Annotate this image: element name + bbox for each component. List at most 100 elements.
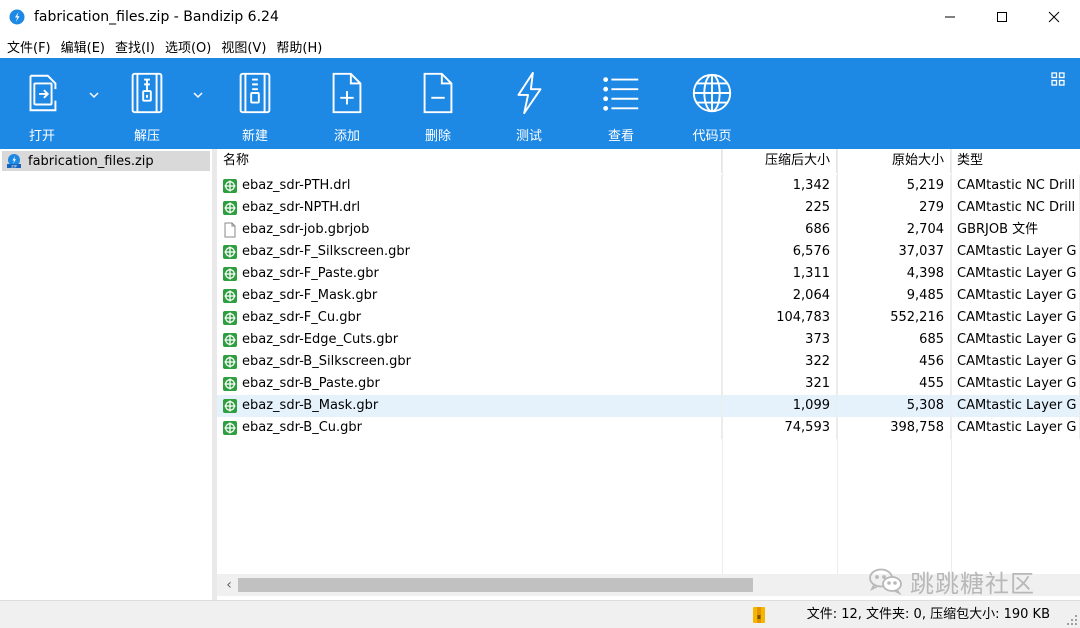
table-row[interactable]: ebaz_sdr-job.gbrjob 686 2,704 GBRJOB 文件: [217, 219, 1080, 241]
table-row[interactable]: ebaz_sdr-B_Paste.gbr 321 455 CAMtastic Laye…: [217, 373, 1080, 395]
resize-grip-icon[interactable]: [1066, 614, 1078, 626]
toolbar: 打开 解压 新建 添加 删除 测试 查看 代码页: [0, 58, 1080, 149]
table-row[interactable]: ebaz_sdr-F_Paste.gbr 1,311 4,398 CAMtastic …: [217, 263, 1080, 285]
add-label: 添加: [333, 129, 360, 144]
scroll-left-icon[interactable]: ‹: [221, 574, 237, 596]
delete-button[interactable]: 删除: [403, 70, 473, 144]
watermark-text: 跳跳糖社区: [910, 569, 1035, 598]
file-name-cell: ebaz_sdr-B_Cu.gbr: [217, 417, 722, 439]
layout-grid-icon[interactable]: [1050, 71, 1066, 87]
add-button[interactable]: 添加: [312, 70, 382, 144]
file-name: ebaz_sdr-F_Silkscreen.gbr: [242, 244, 410, 259]
type-cell: CAMtastic Layer G: [951, 307, 1080, 329]
file-name-cell: ebaz_sdr-B_Paste.gbr: [217, 373, 722, 395]
gerber-icon: [223, 399, 237, 413]
table-row[interactable]: ebaz_sdr-B_Cu.gbr 74,593 398,758 CAMtastic …: [217, 417, 1080, 439]
compressed-size-cell: 1,342: [722, 175, 837, 197]
extract-label: 解压: [133, 129, 160, 144]
bandizip-app-icon: [9, 9, 25, 25]
table-row[interactable]: ebaz_sdr-NPTH.drl 225 279 CAMtastic NC Dril…: [217, 197, 1080, 219]
codepage-label: 代码页: [692, 129, 732, 144]
codepage-button[interactable]: 代码页: [677, 70, 747, 144]
table-row[interactable]: ebaz_sdr-F_Cu.gbr 104,783 552,216 CAMtastic…: [217, 307, 1080, 329]
archive-tree: ZIP fabrication_files.zip: [0, 149, 212, 600]
menu-options[interactable]: 选项(O): [160, 37, 216, 56]
menu-help[interactable]: 帮助(H): [271, 37, 327, 56]
table-row[interactable]: ebaz_sdr-PTH.drl 1,342 5,219 CAMtastic NC D…: [217, 175, 1080, 197]
scroll-thumb[interactable]: [238, 578, 753, 592]
extract-icon: [131, 72, 163, 114]
gerber-icon: [223, 377, 237, 391]
type-cell: CAMtastic NC Drill: [951, 197, 1080, 219]
file-name-cell: ebaz_sdr-F_Paste.gbr: [217, 263, 722, 285]
test-label: 测试: [515, 129, 542, 144]
minimize-icon: [945, 16, 955, 18]
view-list-icon: [603, 77, 639, 111]
column-compressed-size[interactable]: 压缩后大小: [722, 149, 837, 173]
type-cell: CAMtastic Layer G: [951, 285, 1080, 307]
type-cell: CAMtastic NC Drill: [951, 175, 1080, 197]
file-name: ebaz_sdr-F_Paste.gbr: [242, 266, 379, 281]
gerber-icon: [223, 289, 237, 303]
original-size-cell: 279: [837, 197, 951, 219]
file-rows: ebaz_sdr-PTH.drl 1,342 5,219 CAMtastic NC D…: [217, 175, 1080, 439]
file-name: ebaz_sdr-NPTH.drl: [242, 200, 361, 215]
file-name-cell: ebaz_sdr-B_Mask.gbr: [217, 395, 722, 417]
original-size-cell: 5,219: [837, 175, 951, 197]
file-name: ebaz_sdr-B_Cu.gbr: [242, 420, 363, 435]
type-cell: CAMtastic Layer G: [951, 417, 1080, 439]
menu-edit[interactable]: 编辑(E): [56, 37, 110, 56]
table-row[interactable]: ebaz_sdr-F_Silkscreen.gbr 6,576 37,037 CAMt…: [217, 241, 1080, 263]
menu-file[interactable]: 文件(F): [2, 37, 56, 56]
file-name-cell: ebaz_sdr-PTH.drl: [217, 175, 722, 197]
status-text: 文件: 12, 文件夹: 0, 压缩包大小: 190 KB: [806, 607, 1050, 622]
original-size-cell: 37,037: [837, 241, 951, 263]
file-name: ebaz_sdr-job.gbrjob: [242, 222, 370, 237]
open-dropdown-icon[interactable]: [87, 88, 101, 102]
table-row[interactable]: ebaz_sdr-Edge_Cuts.gbr 373 685 CAMtastic La…: [217, 329, 1080, 351]
file-name: ebaz_sdr-F_Cu.gbr: [242, 310, 362, 325]
menu-find[interactable]: 查找(I): [110, 37, 160, 56]
file-name: ebaz_sdr-Edge_Cuts.gbr: [242, 332, 399, 347]
new-label: 新建: [241, 129, 268, 144]
compressed-size-cell: 322: [722, 351, 837, 373]
blank-file-icon: [224, 222, 236, 238]
test-lightning-icon: [517, 71, 542, 115]
original-size-cell: 685: [837, 329, 951, 351]
maximize-button[interactable]: [976, 0, 1028, 34]
test-button[interactable]: 测试: [494, 70, 564, 144]
open-button[interactable]: 打开: [7, 70, 77, 144]
column-type[interactable]: 类型: [951, 149, 1080, 173]
extract-dropdown-icon[interactable]: [191, 88, 205, 102]
view-button[interactable]: 查看: [586, 70, 656, 144]
original-size-cell: 9,485: [837, 285, 951, 307]
tree-item-root[interactable]: ZIP fabrication_files.zip: [2, 151, 210, 171]
compressed-size-cell: 686: [722, 219, 837, 241]
column-original-size[interactable]: 原始大小: [837, 149, 951, 173]
original-size-cell: 398,758: [837, 417, 951, 439]
close-button[interactable]: [1028, 0, 1080, 34]
compressed-size-cell: 74,593: [722, 417, 837, 439]
menu-view[interactable]: 视图(V): [216, 37, 271, 56]
type-cell: CAMtastic Layer G: [951, 351, 1080, 373]
table-row[interactable]: ebaz_sdr-B_Mask.gbr 1,099 5,308 CAMtastic L…: [217, 395, 1080, 417]
file-name: ebaz_sdr-PTH.drl: [242, 178, 351, 193]
table-row[interactable]: ebaz_sdr-F_Mask.gbr 2,064 9,485 CAMtastic L…: [217, 285, 1080, 307]
minimize-button[interactable]: [924, 0, 976, 34]
compressed-size-cell: 1,099: [722, 395, 837, 417]
type-cell: CAMtastic Layer G: [951, 241, 1080, 263]
gerber-icon: [223, 201, 237, 215]
column-name[interactable]: 名称: [217, 149, 722, 173]
tree-root-label: fabrication_files.zip: [28, 153, 154, 169]
new-archive-button[interactable]: 新建: [220, 70, 290, 144]
table-row[interactable]: ebaz_sdr-B_Silkscreen.gbr 322 456 CAMtastic…: [217, 351, 1080, 373]
gerber-icon: [223, 267, 237, 281]
file-name-cell: ebaz_sdr-Edge_Cuts.gbr: [217, 329, 722, 351]
delete-label: 删除: [424, 129, 451, 144]
archive-lock-icon: [753, 607, 765, 623]
compressed-size-cell: 1,311: [722, 263, 837, 285]
gerber-icon: [223, 245, 237, 259]
file-name-cell: ebaz_sdr-F_Mask.gbr: [217, 285, 722, 307]
compressed-size-cell: 2,064: [722, 285, 837, 307]
extract-button[interactable]: 解压: [112, 70, 182, 144]
